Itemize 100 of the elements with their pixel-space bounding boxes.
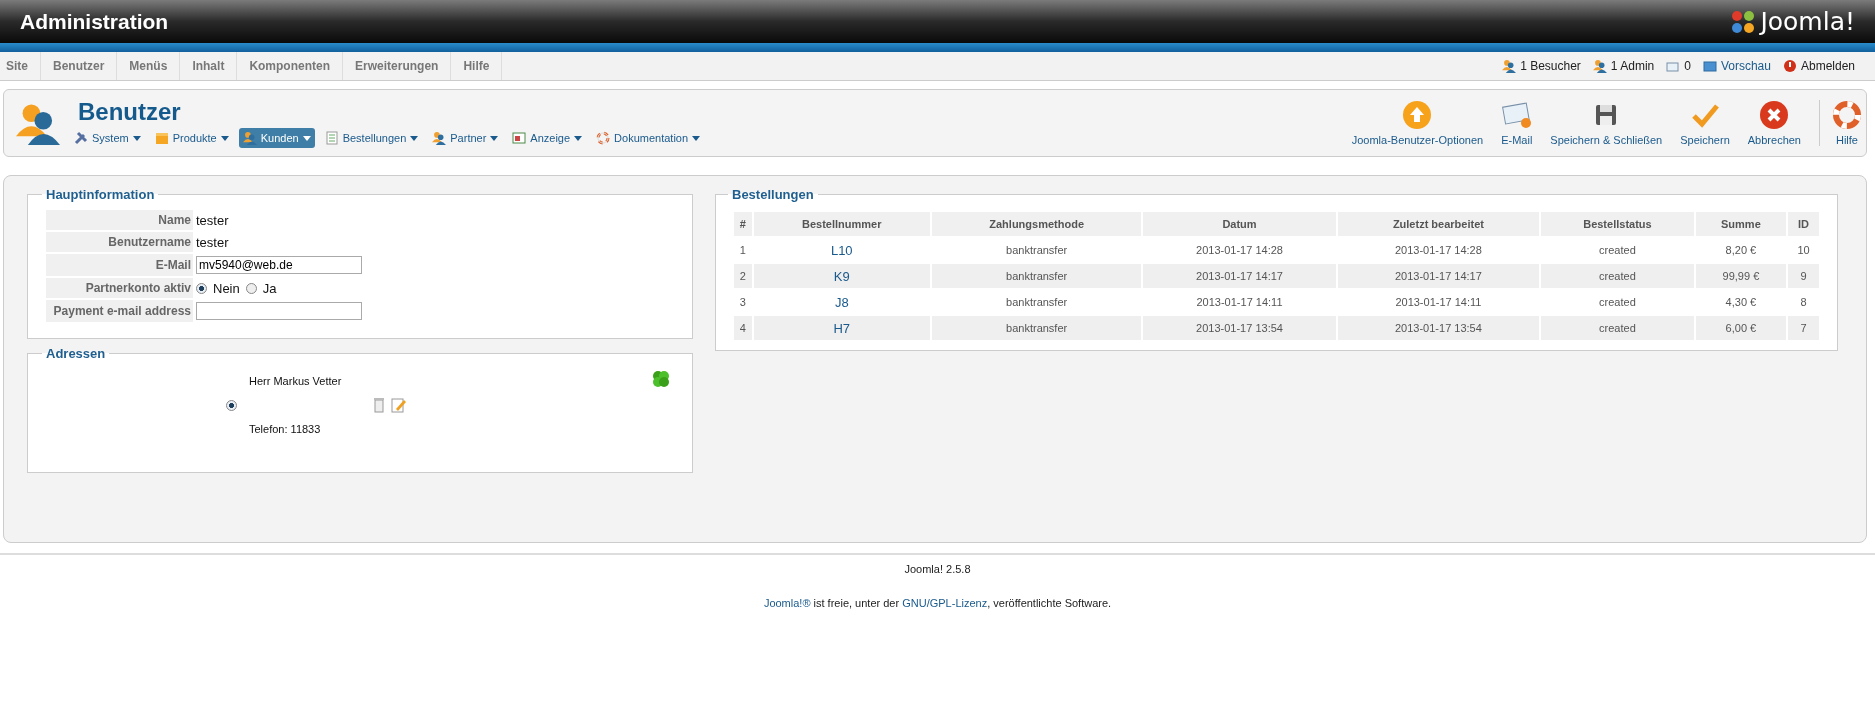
table-cell-text: 4,30 € (1724, 295, 1758, 310)
table-cell-text: created (1598, 295, 1637, 310)
table-cell-text: 8,20 € (1724, 243, 1758, 258)
users-icon (1592, 59, 1607, 73)
section-heading: Adressen (42, 346, 110, 361)
lifebuoy-icon (1832, 100, 1862, 130)
toolbar-button[interactable]: Speichern & Schließen (1550, 100, 1663, 146)
column-header: ID (1788, 212, 1819, 236)
license-text: Joomla!® ist freie, unter der GNU/GPL-Lizenz, veröffentlichte Software. (762, 597, 1113, 609)
table-cell: 2013-01-17 14:17 (1143, 264, 1336, 288)
menu-item[interactable]: Inhalt (180, 52, 238, 80)
section-heading: Bestellungen (728, 187, 818, 202)
table-cell-text: 2013-01-17 14:11 (1394, 295, 1483, 310)
table-cell: banktransfer (931, 264, 1142, 288)
table-cell: 4 (734, 316, 752, 340)
page-title: Administration (20, 9, 169, 34)
radio-label: Nein (213, 280, 240, 296)
menu-item[interactable]: Site (0, 52, 41, 80)
table-cell: created (1541, 264, 1694, 288)
radio-button[interactable] (245, 282, 257, 294)
order-link[interactable]: H7 (753, 316, 930, 340)
column-header: # (734, 212, 752, 236)
submenu-item[interactable]: Produkte (150, 128, 233, 148)
window-icon (512, 131, 527, 145)
radio-button[interactable] (196, 282, 207, 294)
logout-link[interactable]: Abmelden (1800, 59, 1855, 73)
table-cell: 9 (1788, 264, 1819, 288)
column-header: Zuletzt bearbeitet (1337, 212, 1540, 236)
column-header: Bestellstatus (1541, 212, 1694, 236)
table-cell-text: 2013-01-17 14:11 (1195, 295, 1284, 310)
cancel-icon (1759, 100, 1790, 130)
address-phone: Telefon: 11833 (249, 423, 322, 435)
menu-item[interactable]: Erweiterungen (343, 52, 452, 80)
radio-button[interactable] (226, 399, 237, 411)
monitor-icon (1702, 59, 1717, 73)
table-cell: 7 (1788, 316, 1819, 340)
table-cell-text: 10 (1796, 243, 1811, 258)
table-cell-text: 3 (738, 295, 747, 310)
table-cell-text: 8 (1799, 295, 1808, 310)
toolbar-button[interactable]: Speichern (1680, 100, 1730, 146)
table-cell-text: 2013-01-17 14:28 (1394, 243, 1483, 258)
submenu-item[interactable]: Dokumentation (592, 128, 705, 148)
field-value: tester (196, 212, 229, 228)
menu-item[interactable]: Hilfe (451, 52, 503, 80)
tools-icon (74, 131, 88, 145)
submenu-item[interactable]: Partner (428, 128, 503, 148)
submenu-item[interactable]: Anzeige (508, 128, 587, 148)
toolbar-button[interactable]: Joomla-Benutzer-Optionen (1351, 100, 1484, 146)
box-icon (154, 131, 169, 145)
section-heading: Hauptinformation (42, 187, 159, 202)
lifebuoy-icon (596, 131, 611, 145)
trash-icon[interactable] (373, 397, 386, 413)
menu-item[interactable]: Menüs (117, 52, 181, 80)
column-header: Summe (1695, 212, 1787, 236)
table-cell: 2013-01-17 13:54 (1143, 316, 1336, 340)
toolbar-button[interactable]: Hilfe (1819, 100, 1862, 146)
status-count: 0 (1684, 59, 1691, 73)
status-count: 1 Admin (1610, 59, 1655, 73)
table-cell: created (1541, 316, 1694, 340)
table-cell-text: banktransfer (1005, 295, 1069, 310)
menu-item[interactable]: Benutzer (41, 52, 118, 80)
logo-text: Joomla! (1760, 7, 1855, 36)
envelope-icon (1501, 100, 1532, 130)
power-icon (1782, 59, 1797, 73)
footer-link[interactable]: Joomla!® (763, 597, 811, 609)
page-heading: Benutzer (78, 98, 182, 126)
document-icon (324, 131, 339, 145)
field-label: Payment e-mail address (46, 300, 193, 322)
preview-link[interactable]: Vorschau (1720, 59, 1771, 73)
user-icon (242, 131, 257, 145)
order-link[interactable]: K9 (753, 264, 930, 288)
toolbar-button[interactable]: Abbrechen (1747, 100, 1801, 146)
text-field[interactable]: mv5940@web.de (196, 256, 362, 274)
users-icon (1502, 59, 1517, 73)
address-name: Herr Markus Vetter (249, 375, 342, 387)
table-cell-text: 1 (738, 243, 747, 258)
column-header: Datum (1143, 212, 1336, 236)
order-link[interactable]: L10 (753, 238, 930, 262)
table-cell: 6,00 € (1695, 316, 1787, 340)
submenu-item[interactable]: Kunden (238, 128, 315, 148)
field-label: Name (46, 210, 193, 230)
field-value: tester (196, 234, 229, 250)
toolbar-button[interactable]: E-Mail (1501, 100, 1533, 146)
radio-label: Ja (262, 280, 277, 296)
field-label: Partnerkonto aktiv (46, 278, 193, 298)
version-text: Joomla! 2.5.8 (903, 563, 972, 575)
submenu-item[interactable]: Bestellungen (320, 128, 423, 148)
table-cell-text: 2013-01-17 14:28 (1195, 243, 1284, 258)
table-cell-text: created (1598, 243, 1637, 258)
table-cell: 2 (734, 264, 752, 288)
table-cell-text: banktransfer (1005, 243, 1069, 258)
text-field[interactable] (196, 302, 362, 320)
envelope-icon (1666, 59, 1681, 73)
status-count: 1 Besucher (1520, 59, 1581, 73)
column-header: Bestellnummer (753, 212, 930, 236)
menu-item[interactable]: Komponenten (237, 52, 344, 80)
pencil-icon[interactable] (391, 397, 408, 413)
order-link[interactable]: J8 (753, 290, 930, 314)
submenu-item[interactable]: System (70, 128, 145, 148)
table-cell: 2013-01-17 13:54 (1337, 316, 1540, 340)
